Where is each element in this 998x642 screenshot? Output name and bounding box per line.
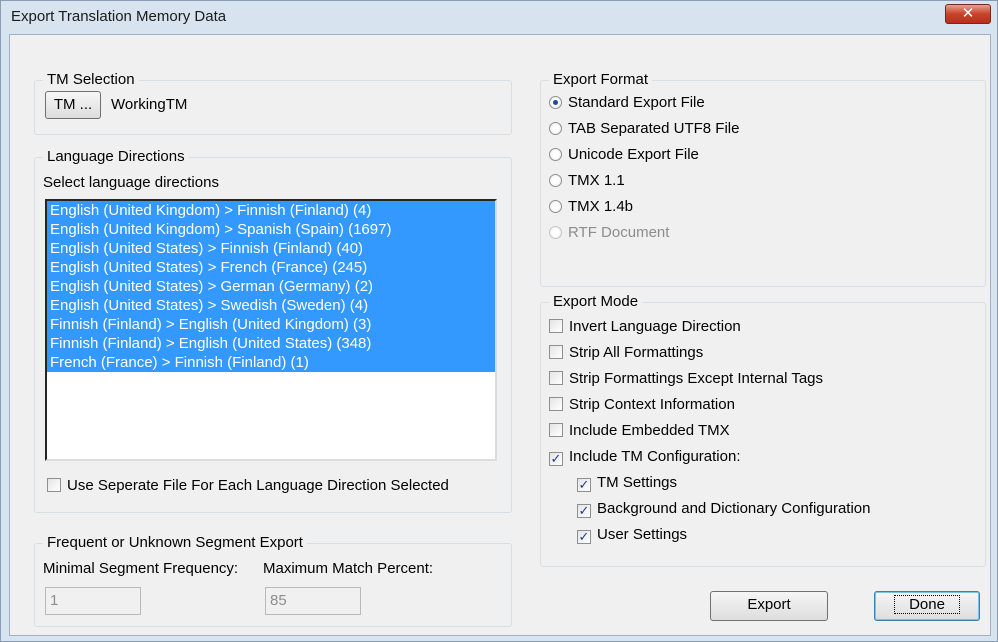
radio-icon (549, 226, 562, 239)
close-button[interactable]: ✕ (945, 4, 991, 24)
tm-selection-legend: TM Selection (43, 71, 139, 89)
format-tmx11-radio[interactable]: TMX 1.1 (549, 171, 625, 191)
list-item[interactable]: English (United States) > Swedish (Swede… (47, 296, 495, 315)
language-directions-list[interactable]: English (United Kingdom) > Finnish (Finl… (45, 199, 497, 461)
strip-all-checkbox[interactable]: Strip All Formattings (549, 343, 703, 363)
format-unicode-radio[interactable]: Unicode Export File (549, 145, 699, 165)
list-item[interactable]: English (United States) > Finnish (Finla… (47, 239, 495, 258)
format-rtf-label: RTF Document (568, 224, 670, 241)
list-item[interactable]: English (United Kingdom) > Finnish (Finl… (47, 201, 495, 220)
export-button-label: Export (747, 596, 791, 613)
window-title: Export Translation Memory Data (11, 8, 227, 25)
format-standard-radio[interactable]: Standard Export File (549, 93, 705, 113)
format-tmx14b-label: TMX 1.4b (568, 198, 634, 215)
embedded-tmx-checkbox[interactable]: Include Embedded TMX (549, 421, 730, 441)
export-format-group: Export Format Standard Export File TAB S… (540, 71, 986, 287)
background-dictionary-checkbox[interactable]: ✓ Background and Dictionary Configuration (577, 499, 871, 519)
dialog-client-area: TM Selection TM ... WorkingTM Language D… (9, 34, 991, 636)
separate-file-label: Use Seperate File For Each Language Dire… (67, 477, 449, 494)
tm-configuration-checkbox[interactable]: ✓ Include TM Configuration: (549, 447, 740, 467)
strip-context-label: Strip Context Information (569, 396, 735, 413)
strip-except-tags-label: Strip Formattings Except Internal Tags (569, 370, 824, 387)
done-button-label: Done (894, 595, 960, 614)
format-standard-label: Standard Export File (568, 94, 705, 111)
strip-except-tags-checkbox[interactable]: Strip Formattings Except Internal Tags (549, 369, 823, 389)
strip-context-checkbox[interactable]: Strip Context Information (549, 395, 735, 415)
checkbox-box[interactable] (549, 345, 563, 359)
radio-icon[interactable] (549, 122, 562, 135)
separate-file-checkbox[interactable]: Use Seperate File For Each Language Dire… (47, 476, 449, 496)
tm-name: WorkingTM (111, 96, 188, 113)
tm-select-button-label: TM ... (53, 96, 93, 113)
export-button[interactable]: Export (710, 591, 828, 621)
format-tab-label: TAB Separated UTF8 File (568, 120, 740, 137)
checkbox-box[interactable] (549, 319, 563, 333)
segment-export-group: Frequent or Unknown Segment Export Minim… (34, 534, 512, 627)
min-frequency-field[interactable]: 1 (45, 587, 141, 615)
check-icon[interactable]: ✓ (577, 504, 591, 518)
radio-icon[interactable] (549, 174, 562, 187)
title-bar[interactable]: Export Translation Memory Data ✕ (1, 1, 997, 33)
export-mode-legend: Export Mode (549, 293, 643, 311)
list-item[interactable]: English (United States) > French (France… (47, 258, 495, 277)
max-match-field[interactable]: 85 (265, 587, 361, 615)
language-directions-caption: Select language directions (43, 174, 219, 191)
min-frequency-label: Minimal Segment Frequency: (43, 560, 239, 577)
language-directions-legend: Language Directions (43, 148, 189, 166)
checkbox-box[interactable] (549, 423, 563, 437)
list-item[interactable]: English (United States) > German (German… (47, 277, 495, 296)
strip-all-label: Strip All Formattings (569, 344, 704, 361)
list-item[interactable]: French (France) > Finnish (Finland) (1) (47, 353, 495, 372)
tm-selection-group: TM Selection TM ... WorkingTM (34, 71, 512, 135)
user-settings-label: User Settings (597, 526, 688, 543)
tm-configuration-label: Include TM Configuration: (569, 448, 741, 465)
check-icon[interactable]: ✓ (549, 452, 563, 466)
export-format-legend: Export Format (549, 71, 653, 89)
invert-direction-label: Invert Language Direction (569, 318, 741, 335)
format-tmx11-label: TMX 1.1 (568, 172, 625, 189)
checkbox-box[interactable] (549, 397, 563, 411)
tm-settings-label: TM Settings (597, 474, 678, 491)
segment-export-legend: Frequent or Unknown Segment Export (43, 534, 307, 552)
checkbox-box[interactable] (549, 371, 563, 385)
max-match-label: Maximum Match Percent: (263, 560, 434, 577)
check-icon[interactable]: ✓ (577, 478, 591, 492)
radio-icon[interactable] (549, 96, 562, 109)
export-mode-group: Export Mode Invert Language Direction St… (540, 293, 986, 567)
list-item[interactable]: Finnish (Finland) > English (United King… (47, 315, 495, 334)
format-tab-radio[interactable]: TAB Separated UTF8 File (549, 119, 739, 139)
language-directions-group: Language Directions Select language dire… (34, 148, 512, 513)
done-button[interactable]: Done (874, 591, 980, 621)
radio-icon[interactable] (549, 200, 562, 213)
list-item[interactable]: English (United Kingdom) > Spanish (Spai… (47, 220, 495, 239)
check-icon[interactable]: ✓ (577, 530, 591, 544)
checkbox-box[interactable] (47, 478, 61, 492)
background-dictionary-label: Background and Dictionary Configuration (597, 500, 871, 517)
tm-select-button[interactable]: TM ... (45, 91, 101, 119)
format-unicode-label: Unicode Export File (568, 146, 699, 163)
dialog-window: Export Translation Memory Data ✕ TM Sele… (0, 0, 998, 642)
format-rtf-radio: RTF Document (549, 223, 669, 243)
radio-icon[interactable] (549, 148, 562, 161)
invert-direction-checkbox[interactable]: Invert Language Direction (549, 317, 741, 337)
tm-settings-checkbox[interactable]: ✓ TM Settings (577, 473, 677, 493)
format-tmx14b-radio[interactable]: TMX 1.4b (549, 197, 633, 217)
close-icon: ✕ (961, 5, 975, 22)
list-item[interactable]: Finnish (Finland) > English (United Stat… (47, 334, 495, 353)
user-settings-checkbox[interactable]: ✓ User Settings (577, 525, 687, 545)
embedded-tmx-label: Include Embedded TMX (569, 422, 730, 439)
